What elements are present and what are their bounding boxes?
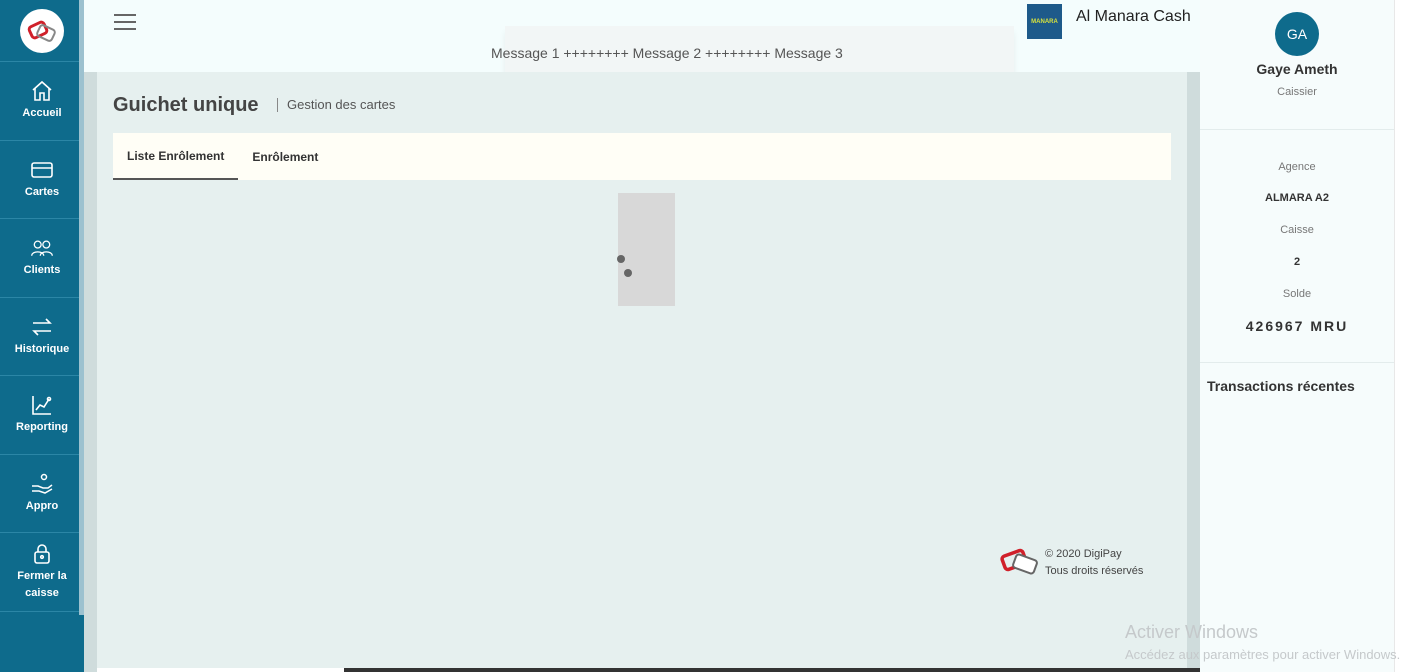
footer-copyright-line: © 2020 DigiPay	[1045, 548, 1122, 560]
sidebar-item-label: Cartes	[24, 185, 60, 198]
windows-activation-subtitle: Accédez aux paramètres pour activer Wind…	[1125, 647, 1401, 662]
tab-enrolement[interactable]: Enrôlement	[238, 133, 332, 180]
sidebar-item-historique[interactable]: Historique	[0, 298, 84, 376]
brand-logo-mark: MANARA	[1031, 18, 1058, 25]
hamburger-line	[114, 21, 136, 23]
sidebar-item-label: Clients	[23, 264, 61, 277]
message-banner-text: Message 1 ++++++++ Message 2 ++++++++ Me…	[491, 45, 843, 61]
recent-transactions-title: Transactions récentes	[1207, 378, 1355, 394]
balance-value: 426967 MRU	[1245, 318, 1349, 334]
sidebar-item-fermer-caisse[interactable]: Fermer la caisse	[0, 533, 84, 612]
spinner-dot	[617, 255, 625, 263]
till-value: 2	[1293, 256, 1301, 268]
hamburger-line	[114, 28, 136, 30]
spinner-dot	[624, 269, 632, 277]
sidebar-item-accueil[interactable]: Accueil	[0, 62, 84, 141]
home-icon	[32, 81, 52, 102]
card-icon	[31, 161, 53, 178]
chart-icon	[32, 396, 52, 416]
page-subtitle: Gestion des cartes	[277, 98, 395, 112]
sidebar-item-label: Historique	[14, 342, 70, 355]
page-title: Guichet unique	[113, 94, 259, 116]
agency-label: Agence	[1278, 161, 1316, 173]
digipay-footer-logo-icon	[1000, 547, 1040, 580]
user-name: Gaye Ameth	[1256, 61, 1338, 77]
digipay-logo-icon	[20, 8, 64, 53]
horizontal-scrollbar[interactable]	[344, 668, 1200, 672]
lock-icon	[34, 543, 50, 564]
user-panel: GA Gaye Ameth Caissier Agence ALMARA A2 …	[1200, 0, 1394, 672]
agency-value: ALMARA A2	[1265, 192, 1329, 204]
sidebar-item-cartes[interactable]: Cartes	[0, 141, 84, 219]
sidebar-item-label: Reporting	[16, 421, 68, 434]
user-role: Caissier	[1277, 86, 1317, 98]
sidebar-item-label: Fermer la caisse	[17, 569, 67, 599]
sidebar-item-label: Accueil	[22, 107, 62, 120]
brand-name: Al Manara Cash	[1076, 8, 1191, 25]
top-bar: Message 1 ++++++++ Message 2 ++++++++ Me…	[84, 0, 1200, 80]
main-content: Guichet unique Gestion des cartes Liste …	[97, 72, 1187, 668]
footer-rights-line: Tous droits réservés	[1045, 565, 1144, 577]
avatar[interactable]: GA	[1275, 12, 1319, 56]
menu-toggle-button[interactable]	[114, 14, 136, 30]
windows-activation-title: Activer Windows	[1125, 622, 1259, 642]
footer-copyright: © 2020 DigiPay Tous droits réservés	[1045, 546, 1143, 580]
balance-label: Solde	[1282, 288, 1312, 300]
hamburger-line	[114, 14, 136, 16]
users-icon	[31, 240, 53, 257]
loading-spinner	[617, 193, 675, 306]
divider	[1200, 129, 1394, 130]
content-scrollbar[interactable]	[1187, 72, 1200, 668]
sidebar-item-reporting[interactable]: Reporting	[0, 376, 84, 455]
transfer-icon	[32, 318, 52, 336]
sidebar-item-appro[interactable]: Appro	[0, 455, 84, 533]
sidebar: Accueil Cartes Clients Historique Report…	[0, 0, 84, 672]
divider	[1200, 362, 1394, 363]
tab-liste-enrolement[interactable]: Liste Enrôlement	[113, 133, 239, 180]
content-gutter	[84, 72, 97, 672]
brand-logo: MANARA	[1027, 4, 1062, 39]
app-logo[interactable]	[0, 0, 84, 62]
tab-bar: Liste Enrôlement Enrôlement	[113, 133, 1171, 180]
panel-scrollbar[interactable]	[1394, 0, 1410, 672]
sidebar-item-label: Appro	[25, 499, 59, 512]
hand-coins-icon	[32, 473, 53, 494]
till-label: Caisse	[1280, 224, 1314, 236]
sidebar-item-clients[interactable]: Clients	[0, 219, 84, 298]
